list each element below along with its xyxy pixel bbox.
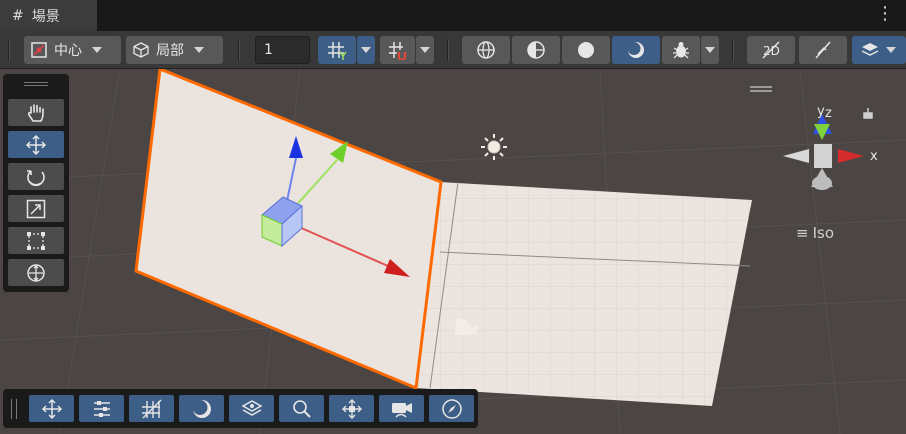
- overlay-grid-button[interactable]: [129, 395, 174, 422]
- tab-scene[interactable]: # 場景: [0, 0, 97, 31]
- snap-dropdown[interactable]: [416, 36, 434, 64]
- wireframe-sphere-icon: [477, 41, 495, 59]
- panel-grip[interactable]: [24, 82, 48, 86]
- overlay-zoom-button[interactable]: [279, 395, 324, 422]
- pivot-rotation-dropdown[interactable]: 局部: [126, 36, 223, 64]
- transform-tool-button[interactable]: [8, 259, 64, 286]
- transform-icon: [27, 263, 45, 282]
- shading-shaded-button[interactable]: [562, 36, 610, 64]
- scene-visibility-button[interactable]: [852, 36, 906, 64]
- camera-icon: [391, 402, 412, 418]
- layers-icon: [240, 399, 263, 416]
- overlay-layers-button[interactable]: [229, 395, 274, 422]
- chevron-down-icon: [886, 47, 896, 53]
- solid-sphere-icon: [578, 42, 594, 58]
- toolbar-separator: [732, 39, 734, 61]
- debug-draw-mode-dropdown[interactable]: [701, 36, 719, 64]
- compass-icon: [441, 398, 462, 419]
- rotate-icon: [27, 169, 45, 186]
- projection-label: Iso: [812, 224, 834, 242]
- rect-tool-button[interactable]: [8, 227, 64, 254]
- rotate-tool-button[interactable]: [8, 163, 64, 190]
- tab-title: 場景: [31, 8, 60, 25]
- grid-y-icon: [328, 42, 347, 60]
- scene-viewport[interactable]: y z x: [0, 69, 906, 434]
- lighting-disabled-icon: [815, 41, 831, 59]
- shading-shaded-wireframe-button[interactable]: [512, 36, 560, 64]
- orientation-gizmo[interactable]: [750, 86, 873, 190]
- gizmo-axis-label-z: z: [825, 106, 832, 121]
- shading-wireframe-button[interactable]: [462, 36, 510, 64]
- overlay-compass-button[interactable]: [429, 395, 474, 422]
- moon-icon: [192, 399, 211, 418]
- grid-snap-input[interactable]: 1: [255, 36, 310, 64]
- gizmo-axis-label-x: x: [870, 149, 878, 164]
- zoom-icon: [292, 399, 311, 418]
- grid-snap-value: 1: [264, 42, 273, 58]
- pivot-center-icon: [31, 42, 47, 58]
- half-moon-icon: [627, 42, 644, 58]
- overlay-pivot-button[interactable]: [329, 395, 374, 422]
- lock-icon[interactable]: [863, 108, 873, 119]
- scene-canvas: [0, 69, 906, 434]
- bug-icon: [673, 42, 689, 59]
- gizmo-axis-label-y: y: [817, 104, 825, 119]
- scale-icon: [26, 199, 46, 218]
- hand-tool-button[interactable]: [8, 99, 64, 126]
- menu-lines-icon: ≡: [796, 224, 809, 242]
- chevron-down-icon: [194, 47, 204, 53]
- pivot-mode-dropdown[interactable]: 中心: [24, 36, 121, 64]
- hash-icon: #: [12, 7, 24, 24]
- shading-unlit-button[interactable]: [612, 36, 660, 64]
- rect-icon: [27, 231, 45, 250]
- scene-toolbar: 中心 局部 1 2D: [0, 31, 906, 69]
- pivot-rotation-label: 局部: [156, 43, 184, 59]
- move-tool-button[interactable]: [8, 131, 64, 158]
- overlay-camera-button[interactable]: [379, 395, 424, 422]
- debug-draw-mode-button[interactable]: [662, 36, 700, 64]
- sliders-icon: [93, 400, 110, 417]
- grid-visibility-button[interactable]: [318, 36, 356, 64]
- overlay-toolbar: [3, 389, 478, 428]
- chevron-down-icon: [705, 47, 715, 53]
- pivot-icon: [341, 398, 362, 419]
- hand-icon: [27, 103, 44, 122]
- toolbar-separator: [238, 39, 240, 61]
- toolbar-grip[interactable]: [11, 399, 17, 419]
- chevron-down-icon: [420, 47, 430, 53]
- layers-eye-icon: [861, 43, 879, 56]
- grid-icon: [141, 399, 161, 418]
- projection-toggle[interactable]: ≡ Iso: [796, 224, 834, 242]
- pivot-mode-label: 中心: [54, 43, 82, 59]
- scale-tool-button[interactable]: [8, 195, 64, 222]
- toolbar-separator: [447, 39, 449, 61]
- chevron-down-icon: [92, 47, 102, 53]
- cube-icon: [133, 42, 149, 58]
- toolbar-grip: [8, 39, 10, 61]
- move-icon: [25, 134, 47, 155]
- tools-overlay: [3, 74, 69, 292]
- kebab-menu-icon[interactable]: ⋮: [876, 5, 894, 23]
- overlay-move-button[interactable]: [29, 395, 74, 422]
- grid-plane[interactable]: [415, 181, 752, 406]
- 2d-disabled-icon: 2D: [762, 41, 780, 59]
- sun-light-icon[interactable]: [481, 134, 507, 160]
- snap-button[interactable]: [380, 36, 415, 64]
- overlay-sliders-button[interactable]: [79, 395, 124, 422]
- overlay-lighting-button[interactable]: [179, 395, 224, 422]
- grid-visibility-dropdown[interactable]: [357, 36, 375, 64]
- move-icon: [41, 398, 62, 419]
- toggle-lighting-button[interactable]: [799, 36, 847, 64]
- tab-bar: # 場景 ⋮: [0, 0, 906, 31]
- shaded-wireframe-sphere-icon: [527, 41, 545, 59]
- toggle-2d-button[interactable]: 2D: [747, 36, 795, 64]
- grid-snap-icon: [388, 42, 406, 60]
- chevron-down-icon: [361, 47, 371, 53]
